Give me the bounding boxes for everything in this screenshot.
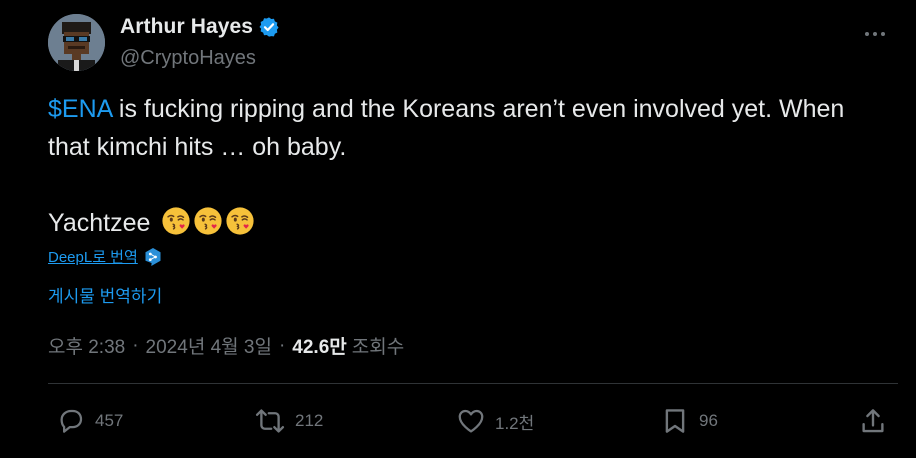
like-button[interactable]: 1.2천 (456, 406, 534, 436)
bookmark-count: 96 (699, 411, 718, 430)
bookmark-icon (665, 409, 685, 433)
like-count: 1.2천 (495, 413, 535, 433)
handle[interactable]: @CryptoHayes (120, 47, 256, 70)
heart-icon (458, 409, 484, 433)
tweet-line-1: is fucking ripping and the Koreans aren’… (111, 95, 845, 123)
meta-separator: · (132, 334, 139, 356)
bookmark-button[interactable]: 96 (660, 406, 718, 436)
avatar[interactable] (48, 14, 105, 71)
tweet-text: $ENA is fucking ripping and the Koreans … (48, 90, 898, 242)
deepl-logo-icon (145, 247, 161, 266)
tweet-date[interactable]: 2024년 4월 3일 (146, 332, 272, 359)
tweet-header: Arthur Hayes @CryptoHayes (48, 14, 898, 74)
reply-button[interactable]: 457 (56, 406, 123, 436)
verified-badge-icon[interactable] (258, 16, 280, 38)
views-count[interactable]: 42.6만 (292, 332, 346, 359)
reply-icon (60, 409, 83, 433)
action-bar: 457 212 1.2천 96 (48, 400, 894, 444)
translate-post-button[interactable]: 게시물 번역하기 (48, 282, 162, 307)
tweet-line-2: that kimchi hits … oh baby. (48, 133, 347, 161)
tweet-line-3: Yachtzee (48, 209, 151, 237)
kissing-face-icon (194, 207, 222, 235)
tweet-meta: 오후 2:38 · 2024년 4월 3일 · 42.6만 조회수 (48, 332, 404, 359)
cashtag-link[interactable]: $ENA (48, 95, 112, 123)
avatar-image (48, 14, 105, 71)
share-button[interactable] (858, 406, 888, 436)
divider (48, 383, 898, 384)
share-icon (862, 409, 884, 433)
reply-count: 457 (95, 411, 124, 430)
kissing-face-icon (162, 207, 190, 235)
display-name[interactable]: Arthur Hayes (120, 15, 253, 39)
repost-icon (255, 409, 285, 433)
more-options-icon[interactable] (860, 24, 890, 44)
repost-count: 212 (295, 411, 324, 430)
deepl-translate-link[interactable]: DeepL로 번역 (48, 246, 138, 267)
views-label: 조회수 (351, 337, 405, 358)
meta-separator: · (278, 334, 286, 356)
kissing-face-icon (226, 207, 254, 235)
deepl-translate: DeepL로 번역 (48, 246, 162, 267)
tweet-time[interactable]: 오후 2:38 (48, 332, 125, 359)
repost-button[interactable]: 212 (254, 406, 323, 436)
